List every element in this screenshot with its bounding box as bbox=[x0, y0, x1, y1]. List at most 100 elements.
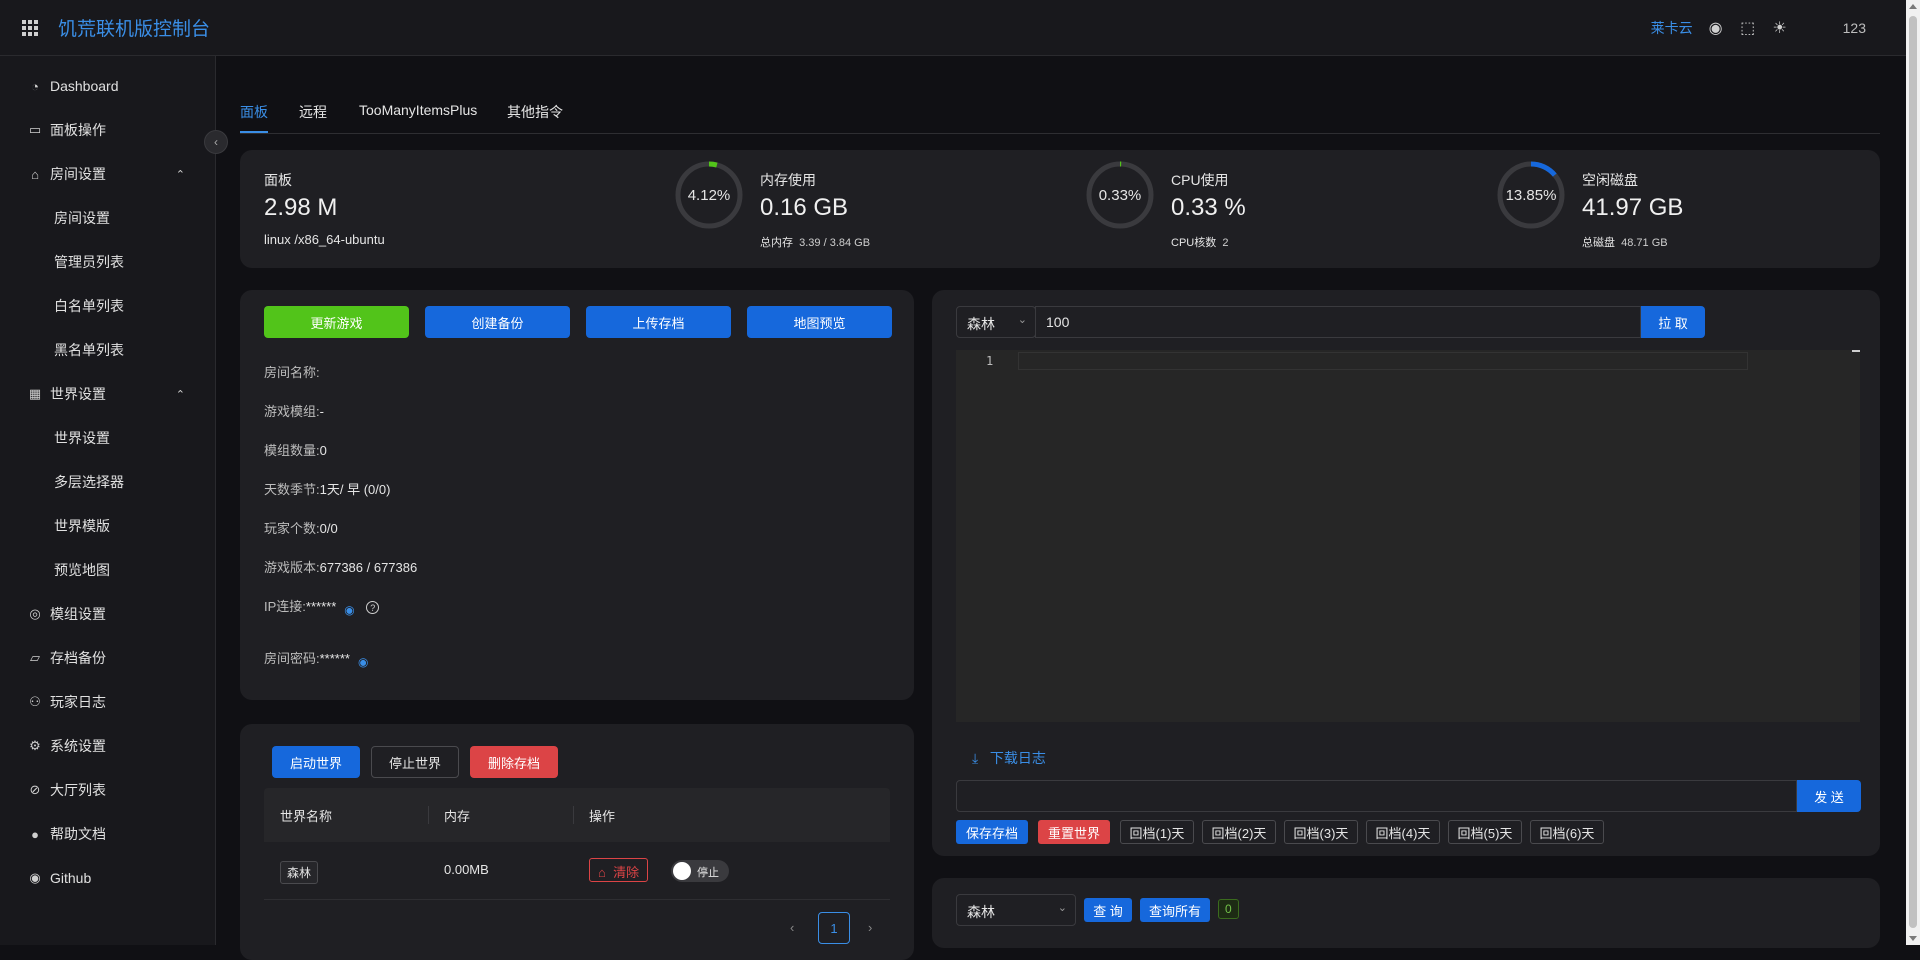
next-page-icon[interactable]: › bbox=[868, 920, 872, 935]
sidebar-item-dashboard[interactable]: ◔ Dashboard bbox=[0, 64, 215, 108]
tab-active-indicator bbox=[240, 131, 268, 133]
sidebar-item-room-settings[interactable]: ⌂ 房间设置 ⌃ bbox=[0, 152, 215, 196]
clear-button-label: 清除 bbox=[613, 865, 640, 880]
create-backup-button[interactable]: 创建备份 bbox=[425, 306, 570, 338]
sidebar-item-label: Dashboard bbox=[50, 78, 119, 94]
column-actions: 操作 bbox=[589, 809, 616, 824]
sidebar-item-panel[interactable]: ▭ 面板操作 bbox=[0, 108, 215, 152]
sidebar-item-label: 系统设置 bbox=[50, 738, 106, 754]
info-room-name: 房间名称: bbox=[264, 362, 320, 381]
info-value: ****** bbox=[319, 651, 350, 666]
quick-reset-world-button[interactable]: 重置世界 bbox=[1038, 820, 1110, 844]
info-label: 模组数量: bbox=[264, 443, 320, 458]
info-mod-count: 模组数量:0 bbox=[264, 440, 327, 459]
share-icon[interactable]: ⬚ bbox=[1739, 19, 1757, 37]
scroll-thumb[interactable] bbox=[1909, 16, 1917, 928]
sidebar-item-world-settings[interactable]: ▦ 世界设置 ⌃ bbox=[0, 372, 215, 416]
download-log-label: 下载日志 bbox=[989, 750, 1046, 766]
eye-toggle-icon[interactable]: ◉ bbox=[358, 655, 372, 669]
log-editor[interactable]: 1 bbox=[956, 350, 1860, 722]
download-log-link[interactable]: ⤓ 下载日志 bbox=[972, 748, 1046, 768]
prev-page-icon[interactable]: ‹ bbox=[790, 920, 794, 935]
rollback-6-button[interactable]: 回档(6)天 bbox=[1530, 820, 1604, 844]
sidebar-item-help-docs[interactable]: ● 帮助文档 bbox=[0, 812, 215, 856]
tab-toomanyitemsplus[interactable]: TooManyItemsPlus bbox=[359, 102, 477, 118]
sidebar-item-github[interactable]: ◉ Github bbox=[0, 856, 215, 900]
query-all-button[interactable]: 查询所有 bbox=[1140, 898, 1210, 922]
cpu-percent: 0.33% bbox=[1098, 186, 1142, 204]
stat-value: 0.33 % bbox=[1171, 194, 1246, 221]
delete-save-button[interactable]: 删除存档 bbox=[470, 746, 558, 778]
apps-grid-icon[interactable] bbox=[22, 19, 38, 36]
player-world-select[interactable]: 森林 ⌄ bbox=[956, 894, 1076, 926]
sidebar-item-label: 存档备份 bbox=[50, 650, 106, 666]
tab-panel[interactable]: 面板 bbox=[240, 102, 268, 122]
gear-icon: ⚙ bbox=[29, 738, 41, 753]
quick-save-button[interactable]: 保存存档 bbox=[956, 820, 1028, 844]
table-header: 世界名称 内存 操作 bbox=[264, 788, 890, 842]
stat-panel: 面板 2.98 M linux /x86_64-ubuntu bbox=[264, 150, 564, 268]
rollback-5-button[interactable]: 回档(5)天 bbox=[1448, 820, 1522, 844]
stat-sub-label: CPU核数 bbox=[1171, 237, 1217, 249]
sidebar-subitem-level-selector[interactable]: 多层选择器 bbox=[0, 460, 215, 504]
sidebar-subitem-blacklist[interactable]: 黑名单列表 bbox=[0, 328, 215, 372]
sidebar-subitem-preview-map[interactable]: 预览地图 bbox=[0, 548, 215, 592]
tab-other-commands[interactable]: 其他指令 bbox=[507, 102, 563, 122]
sidebar-subitem-world-template[interactable]: 世界模版 bbox=[0, 504, 215, 548]
scroll-up-arrow-icon[interactable] bbox=[1909, 4, 1917, 9]
command-input[interactable] bbox=[956, 780, 1797, 812]
sidebar-subitem-world-settings[interactable]: 世界设置 bbox=[0, 416, 215, 460]
column-divider bbox=[428, 806, 429, 824]
sidebar-subitem-admin-list[interactable]: 管理员列表 bbox=[0, 240, 215, 284]
info-room-password: 房间密码:****** ◉ bbox=[264, 648, 372, 669]
sidebar-subitem-whitelist[interactable]: 白名单列表 bbox=[0, 284, 215, 328]
sidebar-item-lobby-list[interactable]: ⊘ 大厅列表 bbox=[0, 768, 215, 812]
user-name[interactable]: 123 bbox=[1843, 20, 1866, 36]
chevron-up-icon: ⌃ bbox=[175, 388, 185, 401]
grid-icon: ▦ bbox=[28, 386, 42, 401]
scroll-down-arrow-icon[interactable] bbox=[1909, 936, 1917, 941]
page-number[interactable]: 1 bbox=[818, 912, 850, 944]
page-scrollbar[interactable] bbox=[1906, 0, 1920, 945]
compass-icon: ⊘ bbox=[29, 782, 41, 797]
rollback-4-button[interactable]: 回档(4)天 bbox=[1366, 820, 1440, 844]
info-ip-connect: IP连接:****** ◉? bbox=[264, 596, 380, 617]
rollback-3-button[interactable]: 回档(3)天 bbox=[1284, 820, 1358, 844]
theme-toggle-icon[interactable]: ☀ bbox=[1771, 19, 1789, 37]
dashboard-icon: ◔ bbox=[31, 78, 39, 94]
sidebar-item-label: 大厅列表 bbox=[50, 782, 106, 798]
sidebar-item-backups[interactable]: ▱ 存档备份 bbox=[0, 636, 215, 680]
stat-label: 内存使用 bbox=[760, 172, 816, 188]
github-icon: ◉ bbox=[29, 870, 41, 885]
world-toggle-switch[interactable]: 停止 bbox=[671, 860, 729, 882]
tab-remote[interactable]: 远程 bbox=[299, 102, 327, 122]
sidebar-subitem-room-settings[interactable]: 房间设置 bbox=[0, 196, 215, 240]
rollback-1-button[interactable]: 回档(1)天 bbox=[1120, 820, 1194, 844]
query-button[interactable]: 查 询 bbox=[1084, 898, 1132, 922]
start-world-button[interactable]: 启动世界 bbox=[272, 746, 360, 778]
fetch-log-button[interactable]: 拉 取 bbox=[1641, 306, 1705, 338]
sidebar-item-system-settings[interactable]: ⚙ 系统设置 bbox=[0, 724, 215, 768]
send-command-button[interactable]: 发 送 bbox=[1797, 780, 1861, 812]
log-world-select[interactable]: 森林 ⌄ bbox=[956, 306, 1036, 338]
map-preview-button[interactable]: 地图预览 bbox=[747, 306, 892, 338]
sidebar-item-label: 面板操作 bbox=[50, 122, 106, 138]
cloud-link[interactable]: 莱卡云 bbox=[1651, 18, 1693, 38]
update-game-button[interactable]: 更新游戏 bbox=[264, 306, 409, 338]
table-row: 森林 0.00MB ⌂ 清除 停止 bbox=[264, 842, 890, 900]
sidebar-item-label: 模组设置 bbox=[50, 606, 106, 622]
sidebar-collapse-button[interactable]: ‹ bbox=[204, 130, 228, 154]
stat-sub-value: 2 bbox=[1222, 237, 1229, 249]
github-icon[interactable]: ◉ bbox=[1707, 19, 1725, 37]
trash-icon: ⌂ bbox=[598, 865, 606, 880]
sidebar-item-mod-settings[interactable]: ◎ 模组设置 bbox=[0, 592, 215, 636]
sidebar-item-player-log[interactable]: ⚇ 玩家日志 bbox=[0, 680, 215, 724]
eye-toggle-icon[interactable]: ◉ bbox=[344, 603, 358, 617]
help-circle-icon[interactable]: ? bbox=[366, 601, 380, 615]
rollback-2-button[interactable]: 回档(2)天 bbox=[1202, 820, 1276, 844]
stat-value: 0.16 GB bbox=[760, 194, 849, 221]
stop-world-button[interactable]: 停止世界 bbox=[371, 746, 459, 778]
log-lines-input[interactable]: 100 bbox=[1035, 306, 1641, 338]
upload-save-button[interactable]: 上传存档 bbox=[586, 306, 731, 338]
clear-button[interactable]: ⌂ 清除 bbox=[589, 858, 649, 882]
